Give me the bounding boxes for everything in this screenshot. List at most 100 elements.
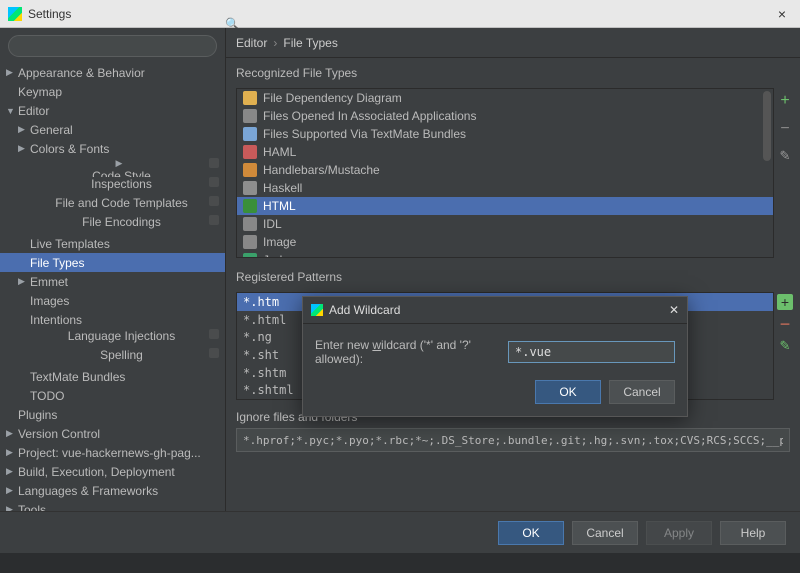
tree-item[interactable]: Keymap — [0, 82, 225, 101]
ok-button[interactable]: OK — [498, 521, 564, 545]
file-type-label: HAML — [263, 145, 296, 159]
file-type-label: Files Opened In Associated Applications — [263, 109, 476, 123]
tree-item-label: Spelling — [100, 348, 143, 362]
file-type-item[interactable]: HAML — [237, 143, 773, 161]
tree-item-label: Keymap — [18, 85, 62, 99]
file-type-label: IDL — [263, 217, 282, 231]
chevron-right-icon: ▶ — [6, 504, 18, 511]
tree-item-label: File and Code Templates — [55, 196, 188, 210]
dialog-cancel-button[interactable]: Cancel — [609, 380, 675, 404]
tree-item[interactable]: File Types — [0, 253, 225, 272]
tree-item-label: Images — [30, 294, 69, 308]
file-type-item[interactable]: IDL — [237, 215, 773, 233]
tree-item-label: General — [30, 123, 73, 137]
tree-item-label: Live Templates — [30, 237, 110, 251]
add-file-type-button[interactable]: + — [780, 92, 789, 110]
tree-item[interactable]: ▶Project: vue-hackernews-gh-pag... — [0, 443, 225, 462]
add-wildcard-dialog: Add Wildcard ✕ Enter new wildcard ('*' a… — [302, 296, 688, 417]
tree-item[interactable]: ▶Colors & Fonts — [0, 139, 225, 158]
recognized-file-types-label: Recognized File Types — [226, 58, 800, 86]
chevron-right-icon: ▶ — [6, 428, 18, 439]
help-button[interactable]: Help — [720, 521, 786, 545]
tree-item[interactable]: ▶Code Style — [0, 158, 225, 177]
window-title: Settings — [28, 7, 71, 21]
remove-pattern-button[interactable]: − — [780, 318, 791, 330]
file-type-item[interactable]: Files Opened In Associated Applications — [237, 107, 773, 125]
chevron-right-icon: ▶ — [6, 447, 18, 458]
file-type-item[interactable]: Image — [237, 233, 773, 251]
tree-item[interactable]: Spelling — [0, 348, 225, 367]
apply-button: Apply — [646, 521, 712, 545]
remove-file-type-button[interactable]: − — [780, 120, 789, 138]
settings-content: Editor › File Types Recognized File Type… — [226, 28, 800, 511]
breadcrumb-item[interactable]: Editor — [236, 36, 267, 50]
tree-item[interactable]: TODO — [0, 386, 225, 405]
file-type-item[interactable]: Files Supported Via TextMate Bundles — [237, 125, 773, 143]
tree-item[interactable]: File and Code Templates — [0, 196, 225, 215]
tree-item-label: Version Control — [18, 427, 100, 441]
app-logo-icon — [8, 7, 22, 21]
tree-item[interactable]: Live Templates — [0, 234, 225, 253]
edit-pattern-button[interactable]: ✎ — [780, 338, 791, 354]
tree-item[interactable]: ▼Editor — [0, 101, 225, 120]
tree-item-label: Tools — [18, 503, 46, 512]
wildcard-input[interactable] — [508, 341, 675, 363]
file-type-label: HTML — [263, 199, 296, 213]
settings-tree[interactable]: ▶Appearance & BehaviorKeymap▼Editor▶Gene… — [0, 61, 225, 511]
ignore-files-input[interactable] — [236, 428, 790, 452]
status-bar — [0, 553, 800, 573]
file-type-icon — [243, 91, 257, 105]
tree-item[interactable]: ▶Version Control — [0, 424, 225, 443]
file-type-item[interactable]: Jade — [237, 251, 773, 258]
file-type-label: Jade — [263, 253, 289, 258]
tree-item-label: Emmet — [30, 275, 68, 289]
tree-item-label: Project: vue-hackernews-gh-pag... — [18, 446, 201, 460]
file-type-icon — [243, 109, 257, 123]
settings-search-input[interactable] — [8, 35, 217, 57]
dialog-ok-button[interactable]: OK — [535, 380, 601, 404]
edit-file-type-button[interactable]: ✎ — [780, 148, 791, 164]
tree-item[interactable]: ▶Build, Execution, Deployment — [0, 462, 225, 481]
tree-item[interactable]: Language Injections — [0, 329, 225, 348]
file-type-icon — [243, 217, 257, 231]
breadcrumb: Editor › File Types — [226, 28, 800, 58]
breadcrumb-item[interactable]: File Types — [283, 36, 337, 50]
file-type-label: Files Supported Via TextMate Bundles — [263, 127, 466, 141]
tree-item[interactable]: Inspections — [0, 177, 225, 196]
tree-item-label: File Encodings — [82, 215, 161, 229]
file-type-icon — [243, 199, 257, 213]
tree-item[interactable]: ▶Appearance & Behavior — [0, 63, 225, 82]
chevron-right-icon: ▶ — [6, 466, 18, 477]
tree-item-label: Plugins — [18, 408, 57, 422]
tree-item[interactable]: ▶Languages & Frameworks — [0, 481, 225, 500]
file-type-item[interactable]: HTML — [237, 197, 773, 215]
file-type-label: Haskell — [263, 181, 302, 195]
window-close-button[interactable]: × — [772, 4, 792, 24]
add-pattern-button[interactable]: + — [777, 294, 793, 310]
tree-item-label: File Types — [30, 256, 84, 270]
tree-item[interactable]: ▶General — [0, 120, 225, 139]
tree-item[interactable]: Plugins — [0, 405, 225, 424]
tree-item[interactable]: TextMate Bundles — [0, 367, 225, 386]
file-type-item[interactable]: Handlebars/Mustache — [237, 161, 773, 179]
chevron-right-icon: ▶ — [18, 143, 30, 154]
tree-item-label: Build, Execution, Deployment — [18, 465, 175, 479]
file-type-item[interactable]: Haskell — [237, 179, 773, 197]
cancel-button[interactable]: Cancel — [572, 521, 638, 545]
recognized-file-types-list[interactable]: File Dependency Diagram Files Opened In A… — [236, 88, 774, 258]
tree-item[interactable]: Images — [0, 291, 225, 310]
file-type-label: Image — [263, 235, 296, 249]
file-type-label: File Dependency Diagram — [263, 91, 402, 105]
chevron-right-icon: ▶ — [18, 124, 30, 135]
scrollbar[interactable] — [763, 91, 771, 161]
file-type-icon — [243, 235, 257, 249]
tree-item[interactable]: Intentions — [0, 310, 225, 329]
wildcard-prompt-label: Enter new wildcard ('*' and '?' allowed)… — [315, 338, 500, 366]
chevron-right-icon: ▶ — [6, 485, 18, 496]
registered-patterns-label: Registered Patterns — [226, 262, 800, 290]
dialog-close-button[interactable]: ✕ — [669, 303, 679, 317]
tree-item[interactable]: ▶Tools — [0, 500, 225, 511]
tree-item[interactable]: File Encodings — [0, 215, 225, 234]
file-type-item[interactable]: File Dependency Diagram — [237, 89, 773, 107]
tree-item[interactable]: ▶Emmet — [0, 272, 225, 291]
